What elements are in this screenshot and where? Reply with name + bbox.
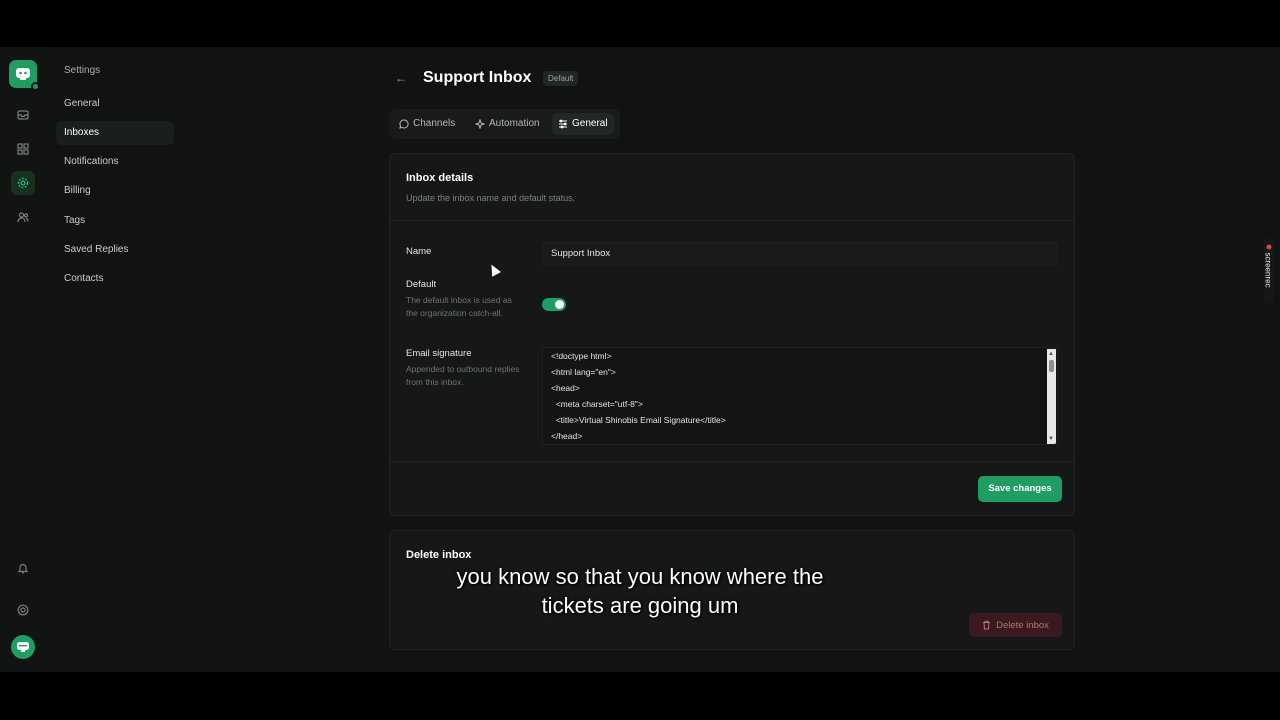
settings-icon[interactable] bbox=[11, 171, 35, 195]
sparkle-icon bbox=[475, 119, 485, 129]
logo-icon[interactable] bbox=[9, 60, 40, 91]
nav-item-saved-replies[interactable]: Saved Replies bbox=[56, 238, 174, 262]
scroll-thumb[interactable] bbox=[1049, 360, 1054, 372]
scroll-down-icon[interactable]: ▼ bbox=[1048, 436, 1054, 442]
save-changes-button[interactable]: Save changes bbox=[978, 476, 1062, 502]
letterbox-top bbox=[0, 0, 1280, 47]
nav-item-general[interactable]: General bbox=[56, 92, 174, 116]
toggle-knob bbox=[555, 300, 564, 309]
page-title: Support Inbox bbox=[423, 69, 532, 86]
code-line: <html lang="en"> bbox=[551, 367, 616, 377]
nav-item-billing[interactable]: Billing bbox=[56, 179, 174, 203]
subtitle-line-1: you know so that you know where the bbox=[456, 564, 824, 589]
name-input[interactable]: Support Inbox bbox=[542, 242, 1058, 266]
default-help: The default inbox is used as the organiz… bbox=[406, 295, 512, 318]
inbox-details-card: Inbox details Update the inbox name and … bbox=[389, 153, 1075, 516]
signature-label: Email signature bbox=[406, 348, 472, 359]
code-line: </head> bbox=[551, 431, 583, 441]
tab-automation-label: Automation bbox=[489, 118, 540, 129]
inbox-details-title: Inbox details bbox=[406, 172, 474, 184]
letterbox-bottom bbox=[0, 672, 1280, 720]
nav-item-contacts[interactable]: Contacts bbox=[56, 267, 174, 291]
nav-title: Settings bbox=[64, 65, 101, 76]
avatar-icon[interactable] bbox=[11, 635, 35, 659]
tab-channels[interactable]: Channels bbox=[393, 113, 461, 135]
card-divider bbox=[390, 220, 1074, 221]
tab-general-label: General bbox=[572, 118, 608, 129]
nav-item-tags[interactable]: Tags bbox=[56, 209, 174, 233]
inbox-icon[interactable] bbox=[11, 103, 35, 127]
tab-channels-label: Channels bbox=[413, 118, 456, 129]
textarea-scrollbar[interactable]: ▲ ▼ bbox=[1047, 349, 1056, 444]
default-badge: Default bbox=[543, 71, 579, 86]
sliders-icon bbox=[559, 119, 567, 129]
delete-inbox-title: Delete inbox bbox=[406, 549, 472, 561]
signature-textarea[interactable]: <!doctype html> <html lang="en"> <head> … bbox=[542, 347, 1058, 445]
code-line: <title>Virtual Shinobis Email Signature<… bbox=[551, 415, 726, 425]
back-arrow-icon[interactable]: ← bbox=[395, 71, 407, 85]
tab-bar: Channels Automation General bbox=[389, 109, 620, 139]
inbox-details-subtitle: Update the inbox name and default status… bbox=[406, 193, 576, 203]
code-line: <head> bbox=[551, 383, 580, 393]
name-label: Name bbox=[406, 246, 432, 257]
trash-icon bbox=[983, 620, 991, 630]
delete-inbox-card: Delete inbox Delete inbox bbox=[389, 530, 1075, 650]
screenrec-watermark-text: screenrec bbox=[1263, 252, 1273, 288]
tab-automation[interactable]: Automation bbox=[469, 113, 546, 135]
card-divider bbox=[390, 461, 1074, 462]
apps-icon[interactable] bbox=[11, 137, 35, 161]
code-line: <meta charset="utf-8"> bbox=[551, 399, 643, 409]
subtitle-line-2: tickets are going um bbox=[541, 593, 739, 618]
scroll-up-icon[interactable]: ▲ bbox=[1048, 351, 1054, 357]
signature-help: Appended to outbound replies from this i… bbox=[406, 364, 520, 387]
code-line: <!doctype html> bbox=[551, 351, 612, 361]
chat-icon bbox=[399, 119, 409, 129]
nav-item-inboxes[interactable]: Inboxes bbox=[56, 121, 174, 145]
tab-general[interactable]: General bbox=[552, 113, 614, 135]
nav-item-notifications[interactable]: Notifications bbox=[56, 150, 174, 174]
delete-inbox-label: Delete inbox bbox=[996, 619, 1049, 631]
default-toggle[interactable] bbox=[542, 298, 566, 311]
users-icon[interactable] bbox=[11, 205, 35, 229]
default-label: Default bbox=[406, 279, 437, 290]
